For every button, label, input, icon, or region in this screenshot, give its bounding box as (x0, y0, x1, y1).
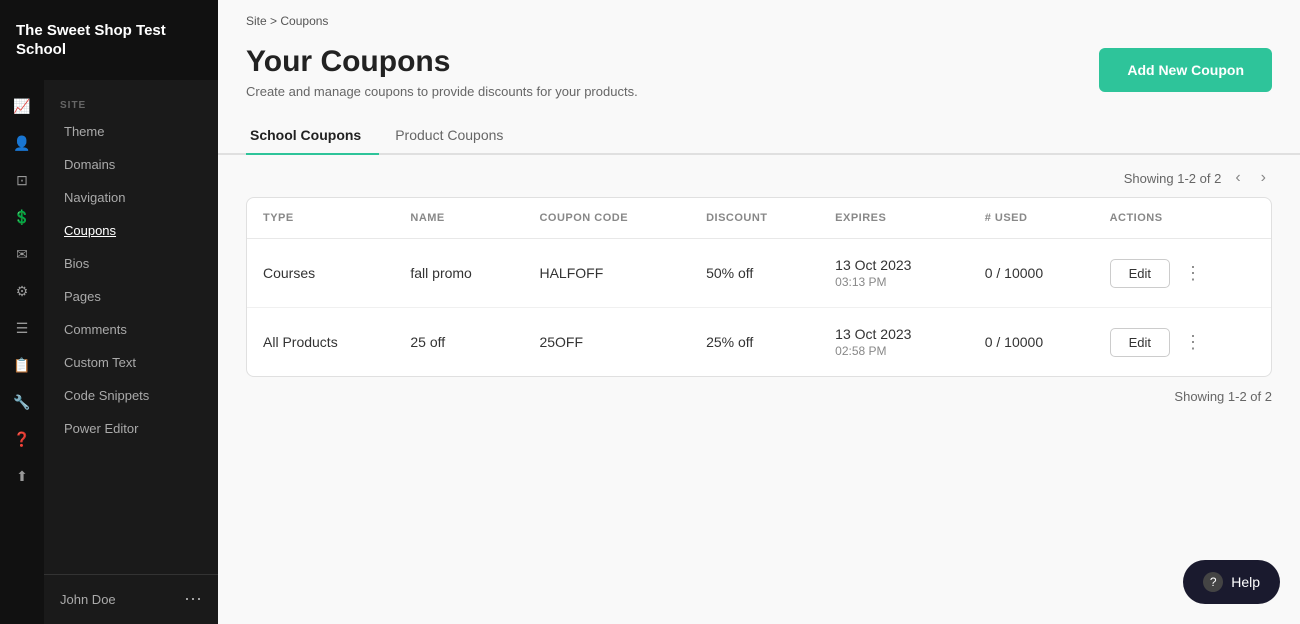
sidebar-icon-analytics[interactable]: 📈 (0, 90, 44, 123)
col-discount: DISCOUNT (690, 198, 819, 239)
sidebar-item-custom-text[interactable]: Custom Text (44, 346, 218, 379)
sidebar-icon-settings[interactable]: ⚙ (0, 275, 44, 308)
table-row: Courses fall promo HALFOFF 50% off 13 Oc… (247, 239, 1271, 308)
sidebar-bottom: John Doe ⋯ (44, 574, 218, 624)
tab-school-coupons[interactable]: School Coupons (246, 119, 379, 155)
sidebar-section-site: SITE (44, 86, 218, 115)
sidebar-icon-calendar[interactable]: 📋 (0, 349, 44, 382)
add-new-coupon-button[interactable]: Add New Coupon (1099, 48, 1272, 92)
row2-type: All Products (247, 308, 394, 377)
breadcrumb-site: Site (246, 14, 267, 28)
row1-discount: 50% off (690, 239, 819, 308)
table-header-row: TYPE NAME COUPON CODE DISCOUNT EXPIRES #… (247, 198, 1271, 239)
pagination-top: Showing 1-2 of 2 ‹ › (218, 155, 1300, 197)
help-label: Help (1231, 574, 1260, 590)
col-expires: EXPIRES (819, 198, 969, 239)
sidebar-item-code-snippets[interactable]: Code Snippets (44, 379, 218, 412)
sidebar-icon-layout[interactable]: ⊡ (0, 164, 44, 197)
page-title-block: Your Coupons Create and manage coupons t… (246, 44, 638, 99)
sidebar-item-coupons[interactable]: Coupons (44, 214, 218, 247)
row2-edit-button[interactable]: Edit (1110, 328, 1170, 357)
pagination-next-button[interactable]: › (1255, 167, 1272, 189)
tab-product-coupons[interactable]: Product Coupons (391, 119, 521, 155)
pagination-info-bottom: Showing 1-2 of 2 (1174, 389, 1272, 404)
row2-actions-cell: Edit ⋮ (1110, 328, 1255, 357)
sidebar-icon-help[interactable]: ❓ (0, 423, 44, 456)
row2-name: 25 off (394, 308, 523, 377)
row2-expires: 13 Oct 2023 02:58 PM (819, 308, 969, 377)
sidebar-item-domains[interactable]: Domains (44, 148, 218, 181)
breadcrumb-current: Coupons (280, 14, 328, 28)
tabs-row: School Coupons Product Coupons (218, 99, 1300, 155)
row1-used: 0 / 10000 (969, 239, 1094, 308)
row1-type: Courses (247, 239, 394, 308)
sidebar-icon-share[interactable]: ⬆ (0, 460, 44, 493)
sidebar-item-theme[interactable]: Theme (44, 115, 218, 148)
pagination-prev-button[interactable]: ‹ (1229, 167, 1246, 189)
sidebar-logo: The Sweet Shop Test School (0, 0, 218, 80)
row2-discount: 25% off (690, 308, 819, 377)
sidebar-icon-money[interactable]: 💲 (0, 201, 44, 234)
table-row: All Products 25 off 25OFF 25% off 13 Oct… (247, 308, 1271, 377)
col-type: TYPE (247, 198, 394, 239)
page-title: Your Coupons (246, 44, 638, 80)
sidebar-item-bios[interactable]: Bios (44, 247, 218, 280)
row2-coupon-code: 25OFF (523, 308, 690, 377)
help-icon: ? (1203, 572, 1223, 592)
row1-name: fall promo (394, 239, 523, 308)
sidebar-icon-mail[interactable]: ✉ (0, 238, 44, 271)
sidebar-icon-pages[interactable]: ☰ (0, 312, 44, 345)
sidebar-icon-users[interactable]: 👤 (0, 127, 44, 160)
row1-actions: Edit ⋮ (1094, 239, 1271, 308)
col-actions: ACTIONS (1094, 198, 1271, 239)
coupons-table-container: TYPE NAME COUPON CODE DISCOUNT EXPIRES #… (246, 197, 1272, 377)
page-header: Your Coupons Create and manage coupons t… (218, 28, 1300, 99)
breadcrumb: Site > Coupons (218, 0, 1300, 28)
row1-expires: 13 Oct 2023 03:13 PM (819, 239, 969, 308)
pagination-bottom: Showing 1-2 of 2 (218, 377, 1300, 416)
coupons-table: TYPE NAME COUPON CODE DISCOUNT EXPIRES #… (247, 198, 1271, 376)
sidebar-item-comments[interactable]: Comments (44, 313, 218, 346)
row1-more-icon[interactable]: ⋮ (1180, 261, 1206, 286)
sidebar-item-navigation[interactable]: Navigation (44, 181, 218, 214)
sidebar-icon-tools[interactable]: 🔧 (0, 386, 44, 419)
sidebar-item-power-editor[interactable]: Power Editor (44, 412, 218, 445)
row1-actions-cell: Edit ⋮ (1110, 259, 1255, 288)
main-content: Site > Coupons Your Coupons Create and m… (218, 0, 1300, 624)
sidebar-item-pages[interactable]: Pages (44, 280, 218, 313)
pagination-info-top: Showing 1-2 of 2 (1124, 171, 1222, 186)
sidebar-more-icon[interactable]: ⋯ (184, 589, 202, 610)
breadcrumb-separator: > (270, 14, 280, 28)
row1-coupon-code: HALFOFF (523, 239, 690, 308)
row2-used: 0 / 10000 (969, 308, 1094, 377)
row2-more-icon[interactable]: ⋮ (1180, 330, 1206, 355)
help-button[interactable]: ? Help (1183, 560, 1280, 604)
row2-actions: Edit ⋮ (1094, 308, 1271, 377)
sidebar: The Sweet Shop Test School 📈 👤 ⊡ 💲 ✉ ⚙ ☰… (0, 0, 218, 624)
col-name: NAME (394, 198, 523, 239)
school-name: The Sweet Shop Test School (16, 21, 202, 60)
page-subtitle: Create and manage coupons to provide dis… (246, 84, 638, 99)
row1-edit-button[interactable]: Edit (1110, 259, 1170, 288)
col-coupon-code: COUPON CODE (523, 198, 690, 239)
col-used: # USED (969, 198, 1094, 239)
sidebar-user-name: John Doe (60, 592, 116, 607)
